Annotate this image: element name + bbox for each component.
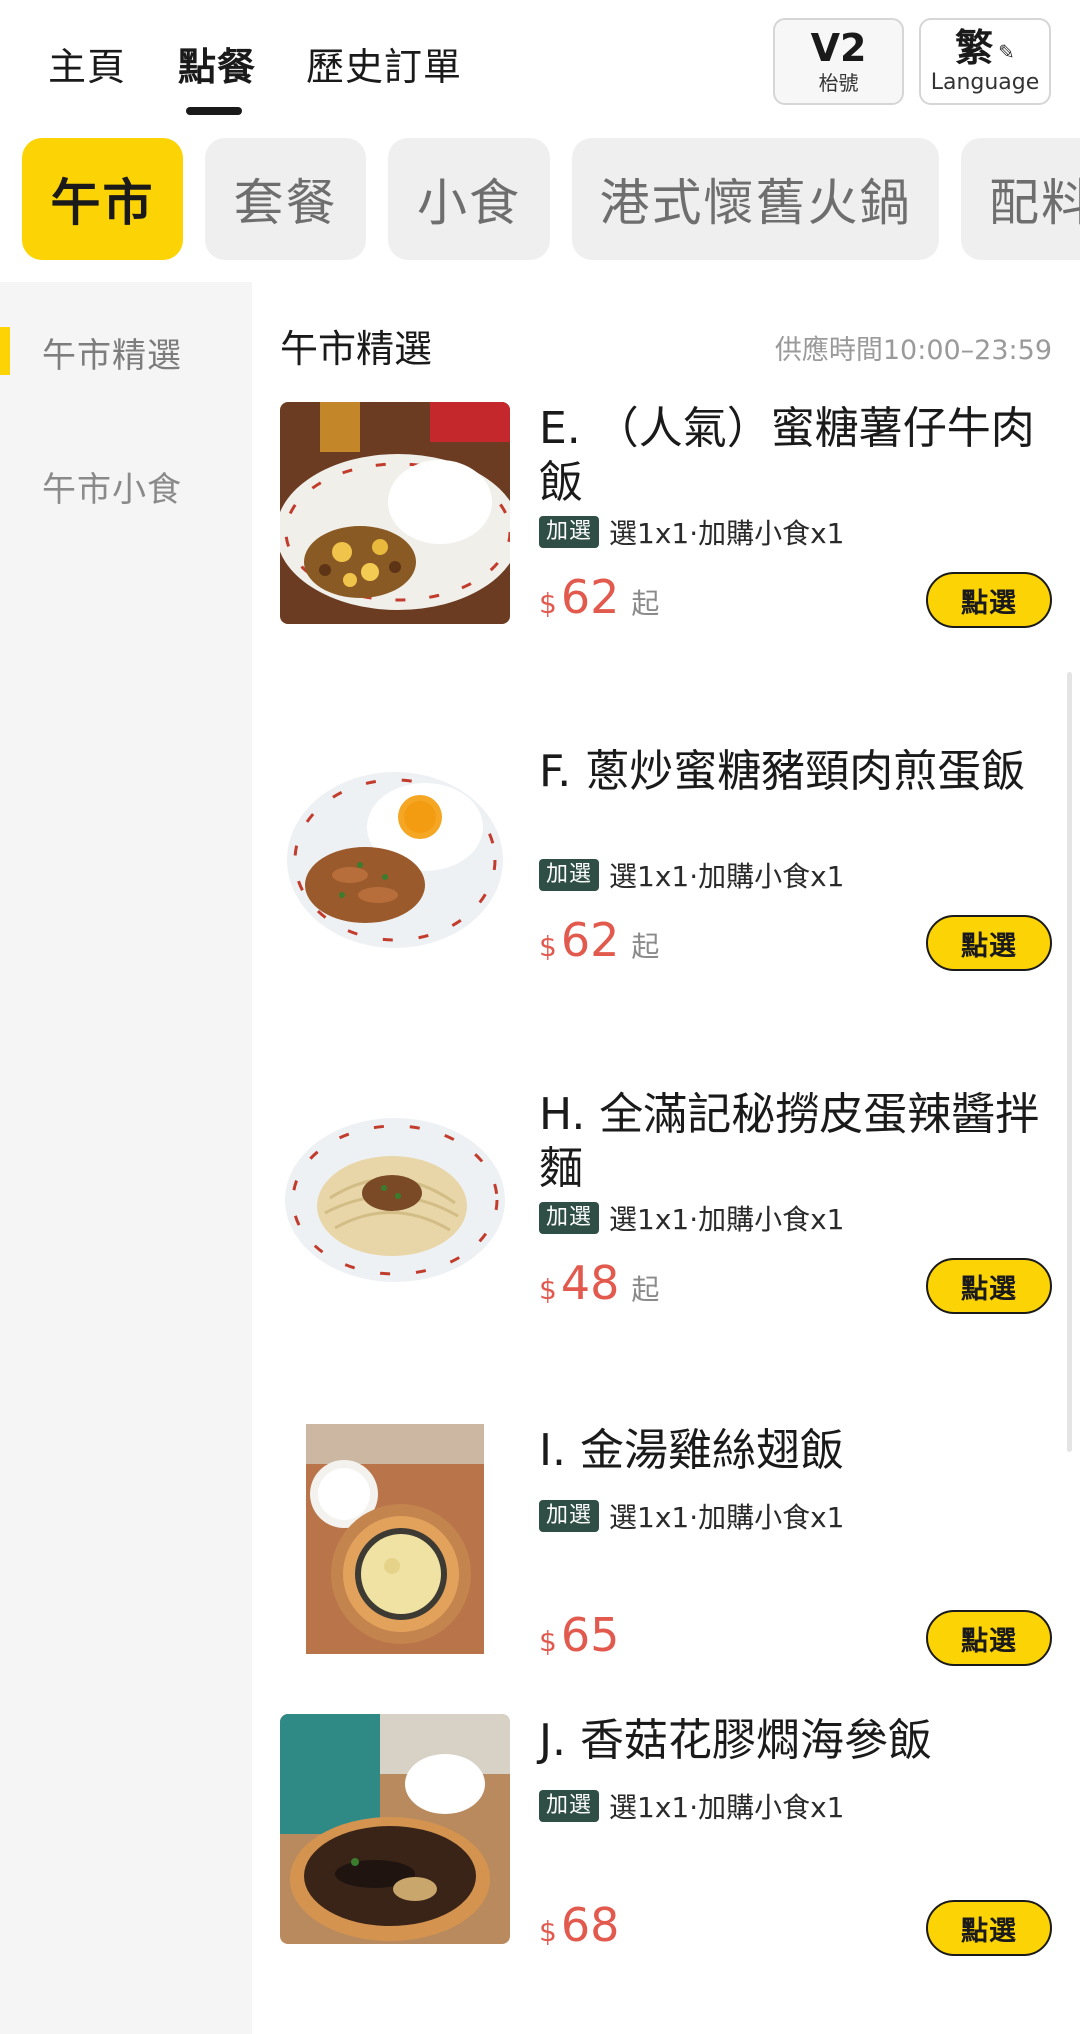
options-text: 選1x1·加購小食x1 [609, 1203, 845, 1236]
options-badge: 加選 [539, 859, 600, 891]
price-suffix: 起 [631, 1273, 660, 1306]
category-set-meal[interactable]: 套餐 [205, 138, 366, 260]
tab-order[interactable]: 點餐 [178, 36, 256, 91]
item-name: F. 蔥炒蜜糖豬頸肉煎蛋飯 [539, 746, 1026, 797]
options-badge: 加選 [539, 1500, 600, 1532]
price-currency: $ [539, 930, 557, 963]
item-name: H. 全滿記秘撈皮蛋辣醬拌麵 [539, 1089, 1040, 1194]
item-price: $ 48 起 [539, 1256, 659, 1316]
category-toppings[interactable]: 配料 [961, 138, 1080, 260]
price-suffix: 起 [631, 930, 660, 963]
menu-item[interactable]: E. （人氣）蜜糖薯仔牛肉飯 加選 選1x1·加購小食x1 $ 62 起 點選 [252, 402, 1080, 692]
select-item-button[interactable]: 點選 [926, 1610, 1052, 1666]
item-name: J. 香菇花膠燜海參飯 [539, 1715, 932, 1766]
category-snacks[interactable]: 小食 [388, 138, 550, 260]
price-value: 68 [560, 1898, 620, 1952]
table-number: V2 [810, 26, 867, 70]
menu-item[interactable]: F. 蔥炒蜜糖豬頸肉煎蛋飯 加選 選1x1·加購小食x1 $ 62 起 點選 [252, 745, 1080, 1035]
section-hours: 供應時間10:00–23:59 [774, 335, 1052, 366]
item-options: 加選 選1x1·加購小食x1 [539, 1200, 1059, 1236]
language-button[interactable]: 繁 ✎ Language [919, 18, 1051, 105]
options-badge: 加選 [539, 1790, 600, 1822]
menu-item[interactable]: H. 全滿記秘撈皮蛋辣醬拌麵 加選 選1x1·加購小食x1 $ 48 起 點選 [252, 1088, 1080, 1378]
options-text: 選1x1·加購小食x1 [609, 1501, 845, 1534]
price-currency: $ [539, 1273, 557, 1306]
price-value: 62 [560, 570, 620, 624]
sidebar-item-lunch-picks[interactable]: 午市精選 [42, 328, 182, 377]
food-photo-sea-cucumber-rice [280, 1714, 510, 1944]
select-item-button[interactable]: 點選 [926, 915, 1052, 971]
price-value: 65 [560, 1608, 620, 1662]
category-hotpot[interactable]: 港式懷舊火鍋 [572, 138, 939, 260]
price-currency: $ [539, 587, 557, 620]
price-currency: $ [539, 1915, 557, 1948]
menu-item[interactable]: J. 香菇花膠燜海參飯 加選 選1x1·加購小食x1 $ 68 點選 [252, 1714, 1080, 2004]
language-caption: Language [930, 70, 1040, 95]
item-price: $ 68 [539, 1898, 631, 1958]
options-text: 選1x1·加購小食x1 [609, 860, 845, 893]
table-number-caption: 枱號 [818, 71, 859, 95]
options-text: 選1x1·加購小食x1 [609, 517, 845, 550]
pencil-icon: ✎ [998, 40, 1015, 64]
item-options: 加選 選1x1·加購小食x1 [539, 514, 1059, 550]
item-options: 加選 選1x1·加購小食x1 [539, 1788, 1059, 1824]
item-name: E. （人氣）蜜糖薯仔牛肉飯 [539, 403, 1035, 508]
tab-home[interactable]: 主頁 [48, 36, 126, 91]
tab-order-history[interactable]: 歷史訂單 [306, 36, 462, 91]
price-value: 62 [560, 913, 620, 967]
price-currency: $ [539, 1625, 557, 1658]
food-photo-pork-egg-rice [280, 745, 510, 967]
sidebar-active-marker [0, 327, 10, 375]
select-item-button[interactable]: 點選 [926, 572, 1052, 628]
select-item-button[interactable]: 點選 [926, 1900, 1052, 1956]
food-photo-soup-rice [306, 1424, 484, 1654]
options-badge: 加選 [539, 516, 600, 548]
price-value: 48 [560, 1256, 620, 1310]
item-options: 加選 選1x1·加購小食x1 [539, 1498, 1059, 1534]
options-text: 選1x1·加購小食x1 [609, 1791, 845, 1824]
sidebar-item-lunch-snacks[interactable]: 午市小食 [42, 462, 182, 511]
options-badge: 加選 [539, 1202, 600, 1234]
category-lunch[interactable]: 午市 [22, 138, 183, 260]
item-name: I. 金湯雞絲翅飯 [539, 1425, 844, 1476]
category-bar: 午市 套餐 小食 港式懷舊火鍋 配料 [0, 138, 1080, 262]
subcategory-sidebar: 午市精選 午市小食 [0, 282, 252, 2034]
food-photo-beef-rice [280, 402, 510, 624]
item-price: $ 62 起 [539, 913, 659, 973]
language-current: 繁 [955, 26, 994, 70]
item-price: $ 62 起 [539, 570, 659, 630]
section-title: 午市精選 [280, 327, 433, 371]
food-photo-noodles [280, 1088, 510, 1310]
menu-item[interactable]: I. 金湯雞絲翅飯 加選 選1x1·加購小食x1 $ 65 點選 [252, 1424, 1080, 1714]
active-tab-indicator [186, 107, 242, 115]
select-item-button[interactable]: 點選 [926, 1258, 1052, 1314]
menu-list: 午市精選 供應時間10:00–23:59 E. （人氣）蜜糖薯仔牛肉飯 加選 選… [252, 282, 1080, 2034]
item-price: $ 65 [539, 1608, 631, 1668]
top-nav: 主頁 點餐 歷史訂單 V2 枱號 繁 ✎ Language [0, 0, 1080, 130]
price-suffix: 起 [631, 587, 660, 620]
item-options: 加選 選1x1·加購小食x1 [539, 857, 1059, 893]
table-number-button[interactable]: V2 枱號 [773, 18, 904, 105]
